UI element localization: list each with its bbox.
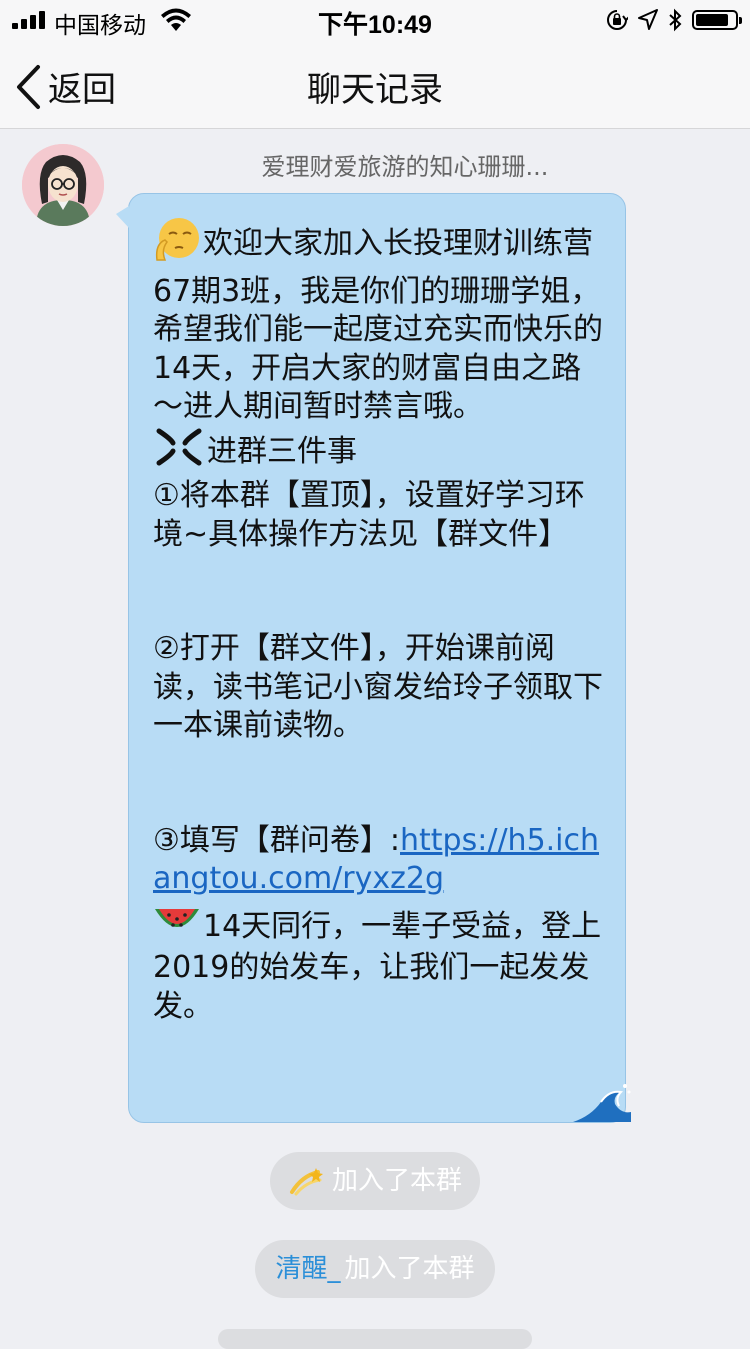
item-3-prefix: ③填写【群问卷】: [153, 822, 401, 858]
sender-avatar[interactable] [22, 144, 104, 226]
location-icon [638, 9, 658, 30]
system-message-partial [218, 1329, 532, 1349]
welcome-text: 欢迎大家加入长投理财训练营67期3班，我是你们的珊珊学姐，希望我们能一起度过充实… [153, 225, 603, 424]
instruction-item-3: ③填写【群问卷】:https://h5.ichangtou.com/ryxz2g [153, 822, 609, 899]
bluetooth-icon [669, 8, 682, 32]
status-bar: 中国移动 下午10:49 [0, 0, 750, 40]
navigation-bar: 返回 聊天记录 [0, 40, 750, 129]
anger-symbol-emoji-icon [153, 427, 205, 478]
instruction-item-2: ②打开【群文件】，开始课前阅读，读书笔记小窗发给玲子领取下一本课前读物。 [153, 631, 603, 743]
instruction-item-1: ①将本群【置顶】，设置好学习环境~具体操作方法见【群文件】 [153, 478, 585, 552]
system-message-text: 加入了本群 [331, 1166, 462, 1196]
system-message-joined: 加入了本群 [270, 1152, 480, 1210]
system-message-text: 加入了本群 [344, 1254, 475, 1284]
avatar-illustration [22, 144, 104, 226]
member-name-link[interactable]: 清醒_ [275, 1240, 340, 1298]
closing-line: 14天同行，一辈子受益，登上2019的始发车，让我们一起发发发。 [153, 905, 609, 1027]
welcome-paragraph: 欢迎大家加入长投理财训练营67期3班，我是你们的珊珊学姐，希望我们能一起度过充实… [153, 216, 609, 427]
closing-text: 14天同行，一辈子受益，登上2019的始发车，让我们一起发发发。 [153, 908, 602, 1024]
shooting-star-icon [289, 1168, 323, 1196]
sender-name: 爱理财爱旅游的知心珊珊... [261, 153, 549, 181]
wave-decoration-icon [573, 1084, 631, 1122]
heading-text: 进群三件事 [207, 433, 357, 469]
message-body: 欢迎大家加入长投理财训练营67期3班，我是你们的珊珊学姐，希望我们能一起度过充实… [153, 216, 609, 1026]
shush-face-emoji-icon [153, 216, 201, 273]
system-message-joined: 清醒_ 加入了本群 [255, 1240, 495, 1298]
orientation-lock-icon [607, 10, 628, 30]
page-title: 聊天记录 [307, 70, 443, 110]
message-bubble[interactable]: 欢迎大家加入长投理财训练营67期3班，我是你们的珊珊学姐，希望我们能一起度过充实… [116, 193, 631, 1123]
status-icons [606, 6, 742, 34]
watermelon-emoji-icon [153, 905, 201, 950]
battery-icon [692, 10, 742, 30]
heading-line: 进群三件事 [153, 427, 609, 478]
